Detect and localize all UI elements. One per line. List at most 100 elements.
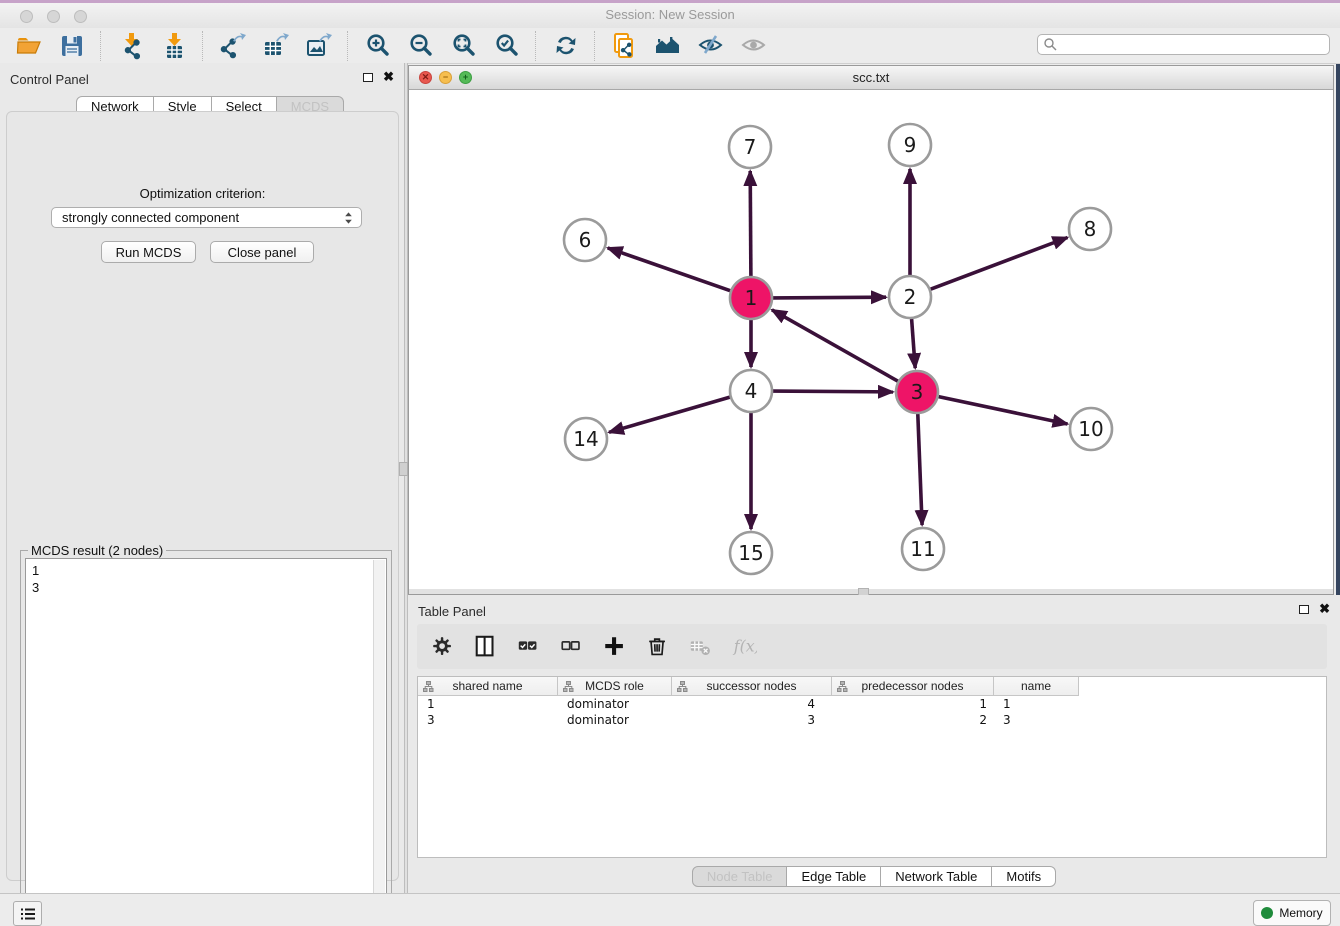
clone-network-icon[interactable]	[610, 31, 639, 60]
control-panel-title: Control Panel	[10, 72, 89, 87]
tab-network-table[interactable]: Network Table	[881, 866, 992, 887]
node-8[interactable]: 8	[1069, 208, 1111, 250]
close-panel-icon[interactable]: ✖	[383, 72, 394, 82]
column-visibility-icon[interactable]	[472, 633, 500, 661]
node-15[interactable]: 15	[730, 532, 772, 574]
criterion-dropdown[interactable]: strongly connected component	[51, 207, 362, 228]
svg-text:1: 1	[745, 286, 758, 310]
edge-2-3[interactable]	[912, 319, 916, 368]
close-table-panel-icon[interactable]: ✖	[1319, 604, 1330, 614]
export-image-icon[interactable]	[304, 31, 333, 60]
node-10[interactable]: 10	[1070, 408, 1112, 450]
run-mcds-button[interactable]: Run MCDS	[101, 241, 196, 263]
refresh-icon[interactable]	[551, 31, 580, 60]
mcds-result-textarea[interactable]: 13	[25, 558, 387, 917]
svg-text:9: 9	[904, 133, 917, 157]
network-graph-canvas[interactable]: 7 9 6 8 1 2 4 3 14 10 15 11	[409, 90, 1333, 589]
float-table-panel-icon[interactable]	[1299, 605, 1309, 614]
edge-4-14[interactable]	[609, 397, 730, 432]
criterion-value: strongly connected component	[52, 210, 344, 225]
memory-label: Memory	[1279, 906, 1322, 920]
table-row[interactable]: 1dominator411	[418, 696, 1079, 712]
close-panel-button[interactable]: Close panel	[210, 241, 314, 263]
mcds-result-line: 3	[32, 579, 386, 596]
svg-text:8: 8	[1084, 217, 1097, 241]
column-header-MCDS-role[interactable]: MCDS role	[558, 677, 672, 696]
column-header-name[interactable]: name	[994, 677, 1079, 696]
table-cell[interactable]: 4	[672, 696, 832, 712]
table-row[interactable]: 3dominator323	[418, 712, 1079, 728]
table-cell[interactable]: 1	[832, 696, 994, 712]
table-cell[interactable]: 3	[418, 712, 558, 728]
tab-node-table[interactable]: Node Table	[692, 866, 788, 887]
table-cell[interactable]: 1	[994, 696, 1079, 712]
table-cell[interactable]: 2	[832, 712, 994, 728]
network-window-titlebar[interactable]: ✕ − + scc.txt	[409, 66, 1333, 90]
table-cell[interactable]: 3	[994, 712, 1079, 728]
node-4[interactable]: 4	[730, 370, 772, 412]
table-cell[interactable]: 1	[418, 696, 558, 712]
status-options-button[interactable]	[13, 901, 42, 926]
search-icon	[1043, 37, 1058, 52]
edge-1-6[interactable]	[608, 248, 731, 291]
delete-columns-icon[interactable]	[644, 633, 672, 661]
optimization-criterion-label: Optimization criterion:	[7, 186, 398, 201]
tab-motifs[interactable]: Motifs	[992, 866, 1056, 887]
status-bar: Memory	[0, 893, 1340, 926]
column-header-shared-name[interactable]: shared name	[418, 677, 558, 696]
sortable-column-icon	[563, 681, 574, 695]
edge-3-1[interactable]	[772, 310, 898, 381]
float-panel-icon[interactable]	[363, 73, 373, 82]
memory-button[interactable]: Memory	[1253, 900, 1331, 926]
unselect-all-checkboxes-icon[interactable]	[558, 633, 586, 661]
first-neighbors-icon[interactable]	[653, 31, 682, 60]
column-header-successor-nodes[interactable]: successor nodes	[672, 677, 832, 696]
node-1[interactable]: 1	[730, 277, 772, 319]
settings-gear-icon[interactable]	[429, 633, 457, 661]
node-9[interactable]: 9	[889, 124, 931, 166]
edge-3-10[interactable]	[939, 397, 1068, 424]
node-11[interactable]: 11	[902, 528, 944, 570]
table-cell[interactable]: dominator	[558, 712, 672, 728]
delete-table-icon	[687, 633, 715, 661]
node-6[interactable]: 6	[564, 219, 606, 261]
table-cell[interactable]: dominator	[558, 696, 672, 712]
edge-3-11[interactable]	[918, 414, 922, 525]
zoom-out-icon[interactable]	[406, 31, 435, 60]
edge-1-7[interactable]	[750, 171, 751, 276]
tab-edge-table[interactable]: Edge Table	[787, 866, 881, 887]
node-2[interactable]: 2	[889, 276, 931, 318]
svg-text:6: 6	[579, 228, 592, 252]
export-table-icon[interactable]	[261, 31, 290, 60]
node-3[interactable]: 3	[896, 371, 938, 413]
node-table[interactable]: shared nameMCDS rolesuccessor nodesprede…	[417, 676, 1327, 858]
table-panel-title: Table Panel	[418, 604, 486, 619]
save-session-icon[interactable]	[57, 31, 86, 60]
edge-2-8[interactable]	[931, 238, 1068, 290]
node-7[interactable]: 7	[729, 126, 771, 168]
open-session-icon[interactable]	[14, 31, 43, 60]
mcds-result-scrollbar[interactable]	[373, 560, 385, 915]
search-box[interactable]	[1037, 34, 1330, 55]
import-network-icon[interactable]	[116, 31, 145, 60]
zoom-fit-icon[interactable]	[449, 31, 478, 60]
select-all-checkboxes-icon[interactable]	[515, 633, 543, 661]
node-14[interactable]: 14	[565, 418, 607, 460]
svg-text:2: 2	[904, 285, 917, 309]
table-cell[interactable]: 3	[672, 712, 832, 728]
app-title: Session: New Session	[0, 7, 1340, 22]
search-input[interactable]	[1058, 36, 1329, 54]
edge-1-2[interactable]	[773, 297, 886, 298]
svg-text:15: 15	[738, 541, 763, 565]
column-header-predecessor-nodes[interactable]: predecessor nodes	[832, 677, 994, 696]
table-tabs: Node TableEdge TableNetwork TableMotifs	[408, 866, 1340, 887]
create-column-icon[interactable]	[601, 633, 629, 661]
edge-4-3[interactable]	[773, 391, 893, 392]
memory-status-dot	[1261, 907, 1273, 919]
export-network-icon[interactable]	[218, 31, 247, 60]
zoom-selected-icon[interactable]	[492, 31, 521, 60]
zoom-in-icon[interactable]	[363, 31, 392, 60]
import-table-icon[interactable]	[159, 31, 188, 60]
hide-selected-icon[interactable]	[696, 31, 725, 60]
vertical-splitter-handle[interactable]	[399, 462, 408, 476]
